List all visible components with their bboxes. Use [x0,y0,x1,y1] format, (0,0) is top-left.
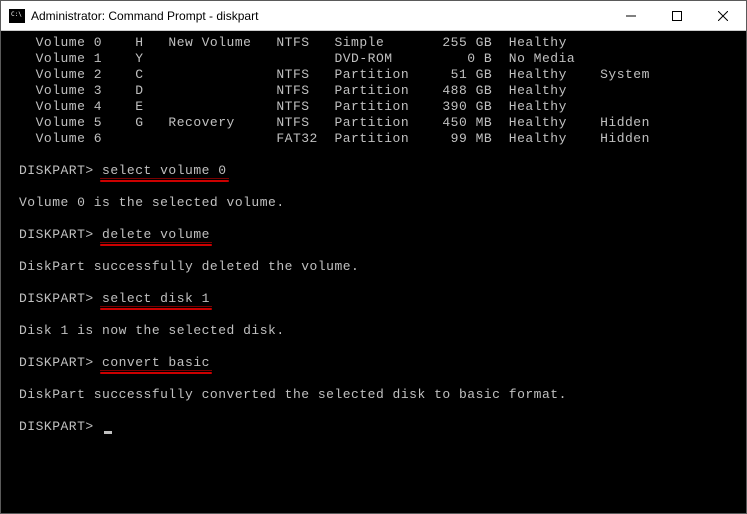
volume-row: Volume 4 E NTFS Partition 390 GB Healthy [19,99,746,115]
cmd-window: Administrator: Command Prompt - diskpart… [0,0,747,514]
prompt-line: DISKPART> select disk 1 [19,291,746,307]
command-text: convert basic [102,355,210,371]
volume-row: Volume 6 FAT32 Partition 99 MB Healthy H… [19,131,746,147]
prompt-line: DISKPART> select volume 0 [19,163,746,179]
command-text: delete volume [102,227,210,243]
command-text: select volume 0 [102,163,227,179]
window-title: Administrator: Command Prompt - diskpart [31,9,608,23]
window-controls [608,1,746,30]
cursor [104,431,112,434]
close-button[interactable] [700,1,746,30]
titlebar[interactable]: Administrator: Command Prompt - diskpart [1,1,746,31]
response-line: DiskPart successfully converted the sele… [19,387,746,403]
response-line: Disk 1 is now the selected disk. [19,323,746,339]
cmd-icon [9,9,25,23]
volume-row: Volume 2 C NTFS Partition 51 GB Healthy … [19,67,746,83]
volume-row: Volume 3 D NTFS Partition 488 GB Healthy [19,83,746,99]
minimize-button[interactable] [608,1,654,30]
volume-row: Volume 0 H New Volume NTFS Simple 255 GB… [19,35,746,51]
volume-row: Volume 1 Y DVD-ROM 0 B No Media [19,51,746,67]
volume-row: Volume 5 G Recovery NTFS Partition 450 M… [19,115,746,131]
prompt-line: DISKPART> delete volume [19,227,746,243]
command-text: select disk 1 [102,291,210,307]
response-line: DiskPart successfully deleted the volume… [19,259,746,275]
prompt-line: DISKPART> convert basic [19,355,746,371]
maximize-button[interactable] [654,1,700,30]
terminal-output[interactable]: Volume 0 H New Volume NTFS Simple 255 GB… [1,31,746,513]
response-line: Volume 0 is the selected volume. [19,195,746,211]
active-prompt[interactable]: DISKPART> [19,419,746,435]
